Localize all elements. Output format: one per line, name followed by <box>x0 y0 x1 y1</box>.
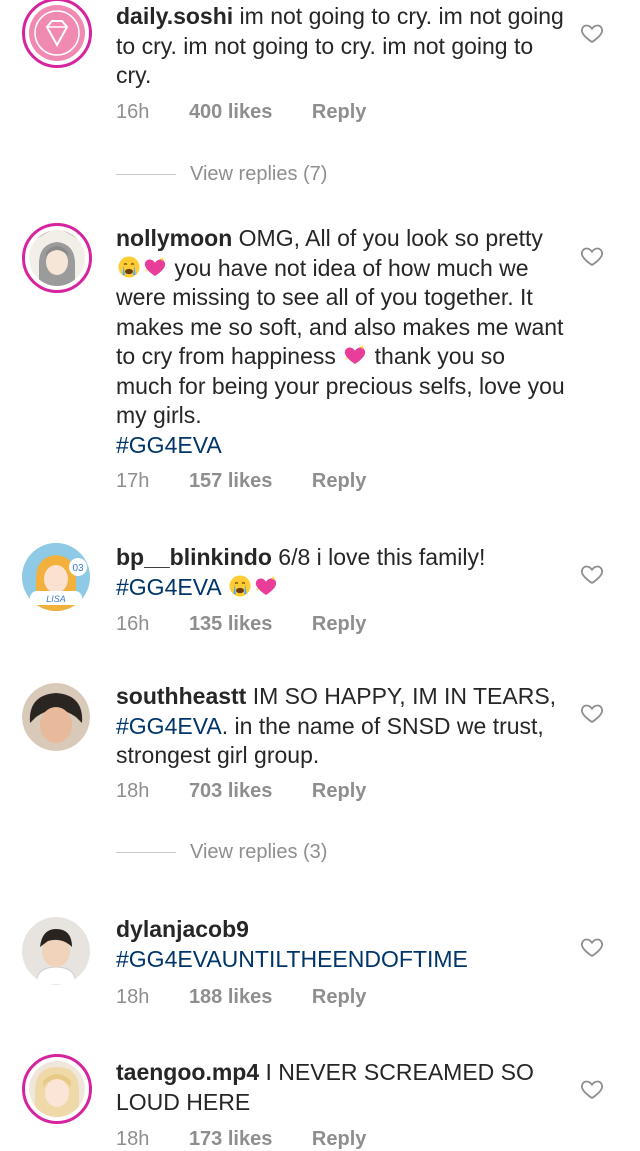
username[interactable]: southheastt <box>116 683 246 709</box>
timestamp: 16h <box>116 101 150 123</box>
likes-count[interactable]: 400 likes <box>189 101 272 123</box>
avatar[interactable] <box>22 917 90 985</box>
likes-count[interactable]: 188 likes <box>189 986 272 1008</box>
timestamp: 18h <box>116 986 150 1008</box>
comment-meta: 16h 135 likes Reply <box>116 613 400 636</box>
username[interactable]: taengoo.mp4 <box>116 1059 259 1085</box>
avatar[interactable] <box>22 683 90 751</box>
comment-text: dylanjacob9 #GG4EVAUNTILTHEENDOFTIME <box>116 915 566 974</box>
avatar-number: 03 <box>72 563 84 574</box>
reply-button[interactable]: Reply <box>312 613 366 635</box>
view-replies-button[interactable]: View replies (7) <box>116 163 327 186</box>
username[interactable]: daily.soshi <box>116 3 233 29</box>
likes-count[interactable]: 157 likes <box>189 470 272 492</box>
heart-outline-icon[interactable] <box>580 562 604 586</box>
timestamp: 16h <box>116 613 150 635</box>
illustrated-girl-avatar <box>36 230 78 286</box>
avatar[interactable] <box>22 223 92 293</box>
heart-outline-icon[interactable] <box>580 244 604 268</box>
crying-face-emoji <box>116 255 142 279</box>
profile-photo <box>35 1067 79 1117</box>
comment-text: southheastt IM SO HAPPY, IM IN TEARS, #G… <box>116 682 566 771</box>
comment-meta: 17h 157 likes Reply <box>116 470 400 493</box>
avatar[interactable] <box>22 0 92 68</box>
username[interactable]: nollymoon <box>116 225 232 251</box>
hashtag-link[interactable]: #GG4EVA <box>116 574 220 600</box>
sparkling-heart-emoji <box>342 343 368 367</box>
hashtag-link[interactable]: #GG4EVA <box>116 713 222 739</box>
comment-meta: 18h 188 likes Reply <box>116 986 400 1009</box>
reply-button[interactable]: Reply <box>312 780 366 802</box>
view-replies-label: View replies (3) <box>190 841 328 863</box>
comment-text: nollymoon OMG, All of you look so pretty… <box>116 224 566 460</box>
crying-face-emoji <box>227 574 253 598</box>
avatar-label: LISA <box>46 594 66 604</box>
likes-count[interactable]: 703 likes <box>189 780 272 802</box>
view-replies-button[interactable]: View replies (3) <box>116 841 327 864</box>
comment-text: daily.soshi im not going to cry. im not … <box>116 2 566 91</box>
reply-button[interactable]: Reply <box>312 101 366 123</box>
username[interactable]: dylanjacob9 <box>116 916 249 942</box>
comment-meta: 18h 173 likes Reply <box>116 1128 400 1151</box>
likes-count[interactable]: 135 likes <box>189 613 272 635</box>
username[interactable]: bp__blinkindo <box>116 544 272 570</box>
profile-photo <box>22 683 90 751</box>
sparkling-heart-emoji <box>142 255 168 279</box>
comment-text: taengoo.mp4 I NEVER SCREAMED SO LOUD HER… <box>116 1058 566 1117</box>
view-replies-label: View replies (7) <box>190 163 328 185</box>
profile-photo <box>22 917 90 985</box>
divider <box>116 174 176 176</box>
comment-meta: 18h 703 likes Reply <box>116 780 400 803</box>
comment-body: 6/8 i love this family! <box>271 544 486 570</box>
heart-outline-icon[interactable] <box>580 1077 604 1101</box>
heart-outline-icon[interactable] <box>580 935 604 959</box>
reply-button[interactable]: Reply <box>312 1128 366 1150</box>
reply-button[interactable]: Reply <box>312 470 366 492</box>
hashtag-link[interactable]: #GG4EVA <box>116 432 222 458</box>
timestamp: 17h <box>116 470 150 492</box>
heart-outline-icon[interactable] <box>580 21 604 45</box>
comment-body: OMG, All of you look so pretty <box>232 225 543 251</box>
likes-count[interactable]: 173 likes <box>189 1128 272 1150</box>
seal-logo-icon <box>34 10 80 56</box>
heart-outline-icon[interactable] <box>580 701 604 725</box>
hashtag-link[interactable]: #GG4EVAUNTILTHEENDOFTIME <box>116 946 468 972</box>
comment-text: bp__blinkindo 6/8 i love this family! #GG… <box>116 543 566 602</box>
divider <box>116 852 176 854</box>
profile-photo: 03 LISA <box>22 543 90 611</box>
avatar[interactable]: 03 LISA <box>22 543 90 611</box>
comment-body: IM SO HAPPY, IM IN TEARS, <box>246 683 557 709</box>
timestamp: 18h <box>116 1128 150 1150</box>
timestamp: 18h <box>116 780 150 802</box>
avatar[interactable] <box>22 1054 92 1124</box>
sparkling-heart-emoji <box>253 574 279 598</box>
comment-meta: 16h 400 likes Reply <box>116 101 400 124</box>
reply-button[interactable]: Reply <box>312 986 366 1008</box>
